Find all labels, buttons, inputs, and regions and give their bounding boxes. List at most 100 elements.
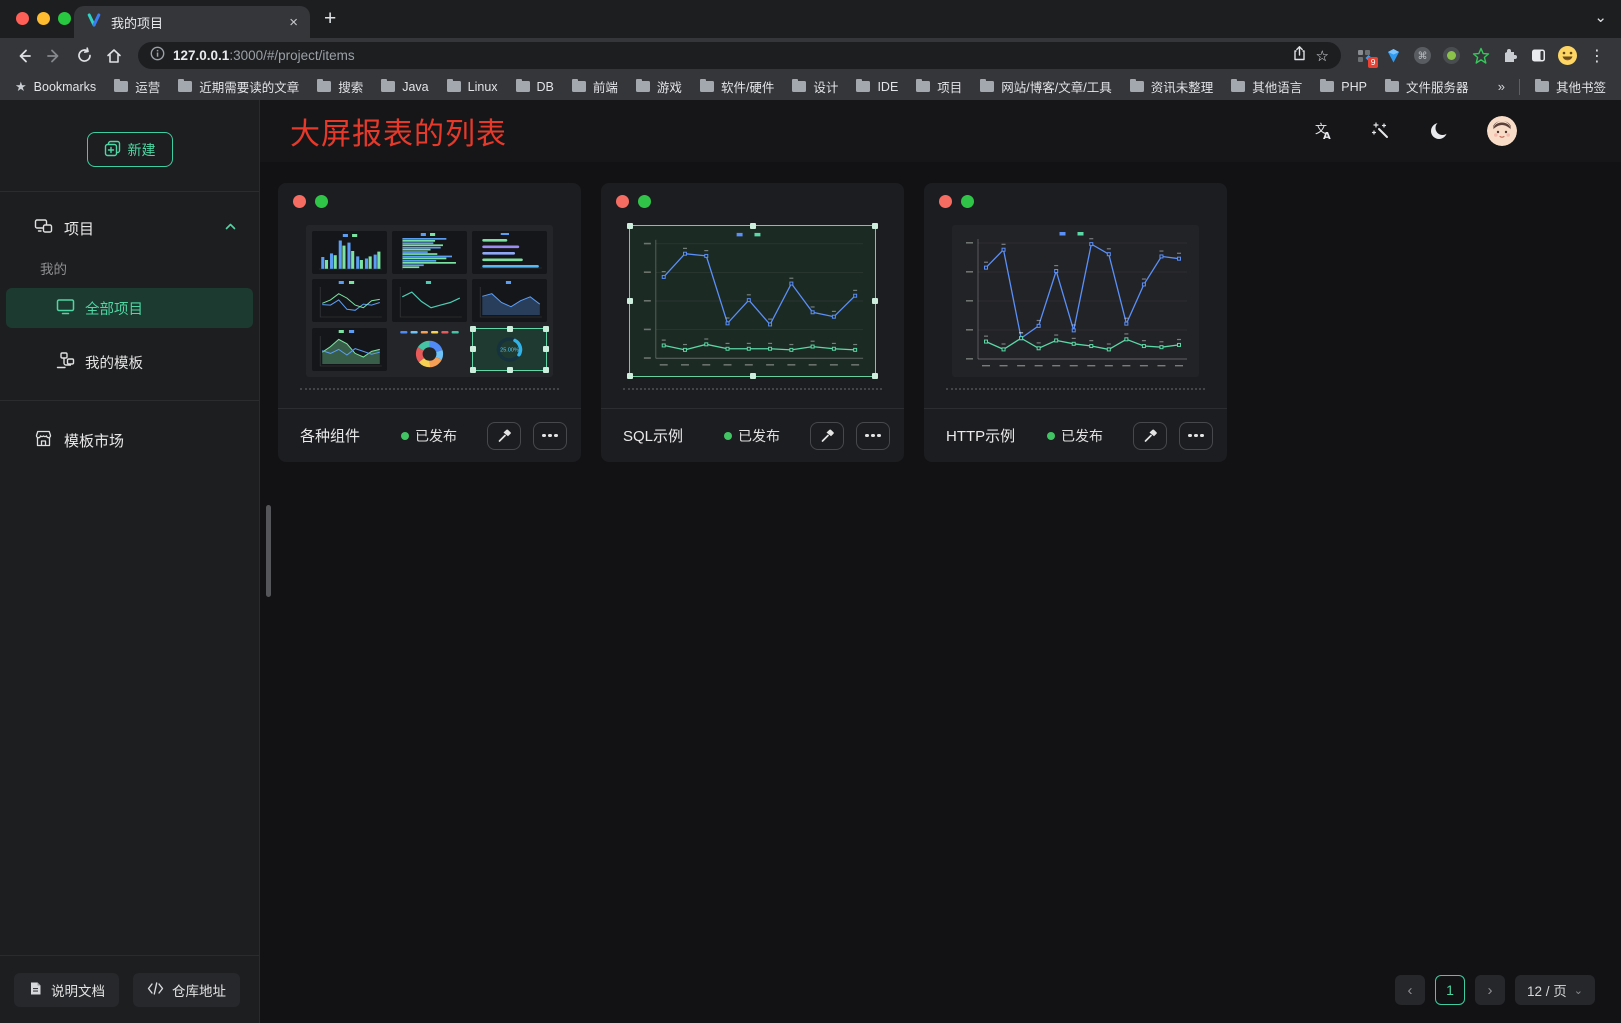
folder-icon bbox=[792, 81, 806, 92]
divider bbox=[0, 191, 259, 192]
project-thumbnail[interactable]: 25.00% bbox=[306, 225, 553, 377]
tab-search-chevron-icon[interactable]: ⌄ bbox=[1594, 8, 1607, 26]
selection-handle[interactable] bbox=[872, 223, 878, 229]
bookmark-folder[interactable]: DB bbox=[507, 80, 563, 94]
bookmark-folder[interactable]: 项目 bbox=[907, 77, 971, 96]
selection-handle[interactable] bbox=[470, 367, 476, 373]
home-button[interactable] bbox=[100, 42, 128, 70]
sidebar-item-template-market[interactable]: 模板市场 bbox=[0, 417, 259, 463]
mini-chart-hbars bbox=[392, 231, 467, 274]
selection-handle[interactable] bbox=[750, 373, 756, 379]
selection-handle[interactable] bbox=[872, 373, 878, 379]
docs-button[interactable]: 说明文档 bbox=[14, 973, 119, 1007]
bookmark-folder[interactable]: 其他语言 bbox=[1222, 77, 1311, 96]
other-bookmarks[interactable]: 其他书签 bbox=[1526, 77, 1615, 96]
prev-page-button[interactable]: ‹ bbox=[1395, 975, 1425, 1005]
sidebar-item-my-templates[interactable]: 我的模板 bbox=[0, 342, 259, 382]
macos-zoom-button[interactable] bbox=[58, 12, 71, 25]
status-dot bbox=[724, 432, 732, 440]
sidebar-item-all-projects[interactable]: 全部项目 bbox=[6, 288, 253, 328]
language-icon[interactable]: 文A bbox=[1311, 121, 1333, 141]
bookmark-folder[interactable]: 软件/硬件 bbox=[691, 77, 783, 96]
project-card[interactable]: HTTP示例 已发布 bbox=[924, 183, 1227, 462]
browser-toolbar: 127.0.0.1:3000/#/project/items ☆ 9 ⌘ ⋮ bbox=[0, 38, 1621, 73]
bookmark-folder[interactable]: Linux bbox=[438, 80, 507, 94]
more-button[interactable] bbox=[1179, 422, 1213, 450]
address-bar[interactable]: 127.0.0.1:3000/#/project/items ☆ bbox=[138, 42, 1341, 69]
edit-button[interactable] bbox=[810, 422, 844, 450]
share-icon[interactable] bbox=[1291, 45, 1308, 67]
selection-handle[interactable] bbox=[470, 326, 476, 332]
bookmark-folder[interactable]: 游戏 bbox=[627, 77, 691, 96]
bookmark-folder[interactable]: 资讯未整理 bbox=[1121, 77, 1223, 96]
selection-handle[interactable] bbox=[750, 223, 756, 229]
new-project-button[interactable]: 新建 bbox=[87, 132, 173, 167]
current-page-button[interactable]: 1 bbox=[1435, 975, 1465, 1005]
reload-button[interactable] bbox=[70, 42, 98, 70]
extension-gem-icon[interactable] bbox=[1380, 42, 1407, 69]
project-thumbnail[interactable] bbox=[629, 225, 876, 377]
bookmark-star-icon[interactable]: ☆ bbox=[1316, 47, 1329, 65]
monitor-icon bbox=[56, 297, 75, 320]
selection-handle[interactable] bbox=[507, 367, 513, 373]
selection-handle[interactable] bbox=[627, 223, 633, 229]
browser-menu-icon[interactable]: ⋮ bbox=[1583, 42, 1611, 70]
magic-wand-icon[interactable] bbox=[1371, 121, 1391, 141]
macos-close-button[interactable] bbox=[16, 12, 29, 25]
selection-handle[interactable] bbox=[543, 326, 549, 332]
bookmark-folder[interactable]: 前端 bbox=[563, 77, 627, 96]
extension-command-icon[interactable]: ⌘ bbox=[1409, 42, 1436, 69]
user-avatar[interactable] bbox=[1487, 116, 1517, 146]
card-footer: SQL示例 已发布 bbox=[601, 408, 904, 462]
chevron-up-icon[interactable] bbox=[224, 220, 237, 237]
new-tab-button[interactable]: + bbox=[324, 7, 336, 31]
extension-grid-icon[interactable]: 9 bbox=[1351, 42, 1378, 69]
forward-button[interactable] bbox=[40, 42, 68, 70]
folder-icon bbox=[516, 81, 530, 92]
edit-button[interactable] bbox=[1133, 422, 1167, 450]
bookmark-folder[interactable]: 运营 bbox=[105, 77, 169, 96]
selection-handle[interactable] bbox=[543, 367, 549, 373]
bookmark-folder[interactable]: Java bbox=[372, 80, 437, 94]
bookmark-folder[interactable]: 搜索 bbox=[308, 77, 372, 96]
selection-handle[interactable] bbox=[627, 298, 633, 304]
more-button[interactable] bbox=[856, 422, 890, 450]
more-icon bbox=[865, 434, 869, 438]
screens-icon bbox=[34, 217, 53, 240]
bookmark-folder[interactable]: 近期需要读的文章 bbox=[169, 77, 308, 96]
more-button[interactable] bbox=[533, 422, 567, 450]
selection-handle[interactable] bbox=[627, 373, 633, 379]
extension-star-icon[interactable] bbox=[1467, 42, 1494, 69]
sidebar-toggle-icon[interactable] bbox=[1525, 42, 1552, 69]
browser-tab[interactable]: 我的项目 × bbox=[74, 6, 310, 38]
tab-close-icon[interactable]: × bbox=[289, 15, 298, 30]
dotted-separator bbox=[946, 388, 1205, 390]
bookmarks-overflow-icon[interactable]: » bbox=[1490, 79, 1513, 94]
bookmark-folder[interactable]: PHP bbox=[1311, 80, 1376, 94]
repo-button[interactable]: 仓库地址 bbox=[133, 973, 240, 1007]
site-info-icon[interactable] bbox=[150, 46, 165, 66]
back-button[interactable] bbox=[10, 42, 38, 70]
macos-minimize-button[interactable] bbox=[37, 12, 50, 25]
next-page-button[interactable]: › bbox=[1475, 975, 1505, 1005]
selection-handle[interactable] bbox=[507, 326, 513, 332]
page-size-select[interactable]: 12 / 页 ⌄ bbox=[1515, 975, 1595, 1005]
bookmark-folder[interactable]: 网站/博客/文章/工具 bbox=[971, 77, 1120, 96]
dark-mode-moon-icon[interactable] bbox=[1429, 121, 1449, 141]
extensions-puzzle-icon[interactable] bbox=[1496, 42, 1523, 69]
bookmark-folder[interactable]: IDE bbox=[847, 80, 907, 94]
profile-avatar[interactable] bbox=[1554, 42, 1581, 69]
selection-handle[interactable] bbox=[543, 346, 549, 352]
selection-handle[interactable] bbox=[872, 298, 878, 304]
extension-dot-icon[interactable] bbox=[1438, 42, 1465, 69]
edit-button[interactable] bbox=[487, 422, 521, 450]
selection-handle[interactable] bbox=[470, 346, 476, 352]
project-thumbnail[interactable] bbox=[952, 225, 1199, 377]
bookmark-folder[interactable]: 文件服务器 bbox=[1376, 77, 1478, 96]
project-card[interactable]: 25.00% 各种组件 已发布 bbox=[278, 183, 581, 462]
scrollbar-thumb[interactable] bbox=[266, 505, 271, 597]
sidebar-group-projects[interactable]: 项目 bbox=[0, 206, 259, 250]
bookmarks-manager[interactable]: ★ Bookmarks bbox=[6, 79, 105, 95]
project-card[interactable]: SQL示例 已发布 bbox=[601, 183, 904, 462]
bookmark-folder[interactable]: 设计 bbox=[783, 77, 847, 96]
